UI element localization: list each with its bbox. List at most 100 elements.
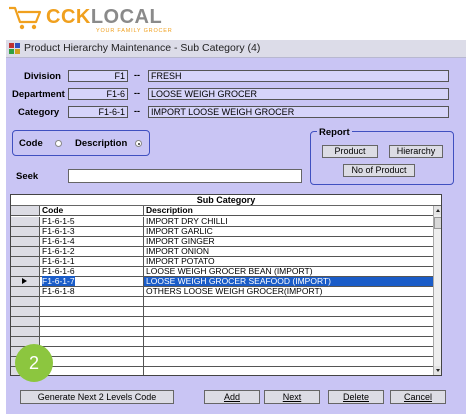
cell-code[interactable]: F1-6-1-8 <box>40 287 144 296</box>
cell-code[interactable] <box>40 357 144 366</box>
cell-description[interactable]: IMPORT GARLIC <box>144 227 434 236</box>
empty-table-row[interactable] <box>11 337 433 347</box>
division-name-field[interactable]: FRESH <box>148 70 449 82</box>
cell-code[interactable]: F1-6-1-4 <box>40 237 144 246</box>
row-selector[interactable] <box>11 247 40 256</box>
cell-code[interactable] <box>40 307 144 316</box>
row-selector[interactable] <box>11 307 40 316</box>
row-selector[interactable] <box>11 227 40 236</box>
sort-description-label: Description <box>75 138 128 149</box>
column-header-description[interactable]: Description <box>144 206 434 215</box>
empty-table-row[interactable] <box>11 367 434 375</box>
department-separator: -- <box>134 88 140 98</box>
cell-code[interactable]: F1-6-1-2 <box>40 247 144 256</box>
department-code-field[interactable]: F1-6 <box>68 88 128 100</box>
cell-code[interactable] <box>40 297 144 306</box>
row-selector[interactable] <box>11 317 40 326</box>
brand-logo-text: CCKLOCAL <box>46 6 163 28</box>
generate-next-levels-button[interactable]: Generate Next 2 Levels Code <box>20 390 174 404</box>
cell-description[interactable] <box>144 297 434 306</box>
empty-table-row[interactable] <box>11 357 433 367</box>
category-separator: -- <box>134 106 140 116</box>
empty-table-row[interactable] <box>11 317 433 327</box>
row-selector[interactable] <box>11 327 40 336</box>
category-code-field[interactable]: F1-6-1 <box>68 106 128 118</box>
empty-table-row[interactable] <box>11 327 433 337</box>
column-header-code[interactable]: Code <box>40 206 144 215</box>
empty-table-row[interactable] <box>11 297 433 307</box>
scroll-down-arrow-icon[interactable] <box>434 366 441 375</box>
cell-description[interactable] <box>144 367 434 375</box>
cell-code[interactable] <box>40 337 144 346</box>
grid-vertical-scrollbar[interactable] <box>433 206 441 375</box>
cell-code[interactable] <box>40 347 144 356</box>
brand-header: CCKLOCAL YOUR FAMILY GROCER <box>0 0 474 38</box>
grid-header-row: Code Description <box>11 206 433 216</box>
table-row[interactable]: F1-6-1-8 OTHERS LOOSE WEIGH GROCER(IMPORT… <box>11 287 433 297</box>
cell-description[interactable]: IMPORT ONION <box>144 247 434 256</box>
cell-description[interactable] <box>144 347 434 356</box>
row-selector[interactable] <box>11 297 40 306</box>
sort-description-radio[interactable] <box>135 140 142 147</box>
row-selector[interactable] <box>11 237 40 246</box>
report-hierarchy-button[interactable]: Hierarchy <box>389 145 443 158</box>
row-selector-header <box>11 206 40 215</box>
brand-tagline: YOUR FAMILY GROCER <box>96 28 173 34</box>
cell-description[interactable] <box>144 317 434 326</box>
department-label: Department <box>12 89 65 100</box>
cell-code[interactable] <box>40 317 144 326</box>
report-group-title: Report <box>317 127 352 138</box>
row-selector[interactable] <box>11 257 40 266</box>
cell-description[interactable] <box>144 357 434 366</box>
cell-description[interactable] <box>144 307 434 316</box>
empty-table-row[interactable] <box>11 307 433 317</box>
scroll-up-arrow-icon[interactable] <box>434 206 441 215</box>
app-icon <box>9 43 20 54</box>
sort-code-radio[interactable] <box>55 140 62 147</box>
report-group: Report Product Hierarchy No of Product <box>310 127 454 185</box>
category-label: Category <box>18 107 60 118</box>
cell-code[interactable]: F1-6-1-1 <box>40 257 144 266</box>
subcategory-grid: Sub Category Code Description F1-6-1-5 IM… <box>10 194 442 376</box>
department-name-field[interactable]: LOOSE WEIGH GROCER <box>148 88 449 100</box>
cell-description[interactable] <box>144 337 434 346</box>
row-selector[interactable] <box>11 287 40 296</box>
add-button[interactable]: Add <box>204 390 260 404</box>
next-button[interactable]: Next <box>264 390 320 404</box>
cell-description[interactable]: IMPORT POTATO <box>144 257 434 266</box>
cell-code[interactable]: F1-6-1-7 <box>40 276 144 286</box>
cell-code[interactable] <box>40 327 144 336</box>
step-number-badge: 2 <box>15 344 53 382</box>
report-product-button[interactable]: Product <box>322 145 378 158</box>
scrollbar-thumb[interactable] <box>434 217 441 229</box>
window-title: Product Hierarchy Maintenance - Sub Cate… <box>24 42 261 54</box>
cell-code[interactable]: F1-6-1-6 <box>40 267 144 276</box>
report-no-of-product-button[interactable]: No of Product <box>343 164 415 177</box>
cell-description[interactable] <box>144 327 434 336</box>
cell-code[interactable]: F1-6-1-5 <box>40 217 144 226</box>
shopping-cart-icon <box>9 6 42 30</box>
row-selector[interactable] <box>11 277 40 286</box>
category-name-field[interactable]: IMPORT LOOSE WEIGH GROCER <box>148 106 449 118</box>
division-separator: -- <box>134 70 140 80</box>
cell-description[interactable]: IMPORT DRY CHILLI <box>144 217 434 226</box>
cell-description[interactable]: LOOSE WEIGH GROCER BEAN (IMPORT) <box>144 267 434 276</box>
cell-description[interactable]: OTHERS LOOSE WEIGH GROCER(IMPORT) <box>144 287 434 296</box>
current-row-arrow-icon <box>22 278 27 284</box>
cell-code[interactable]: F1-6-1-3 <box>40 227 144 236</box>
cell-description[interactable]: LOOSE WEIGH GROCER SEAFOOD (IMPORT) <box>144 277 434 286</box>
delete-button[interactable]: Delete <box>328 390 384 404</box>
sort-code-label: Code <box>19 138 43 149</box>
cell-description[interactable]: IMPORT GINGER <box>144 237 434 246</box>
window-titlebar[interactable]: Product Hierarchy Maintenance - Sub Cate… <box>6 40 466 58</box>
cell-code[interactable] <box>40 367 144 375</box>
seek-label: Seek <box>16 171 39 182</box>
empty-table-row[interactable] <box>11 347 433 357</box>
division-code-field[interactable]: F1 <box>68 70 128 82</box>
division-label: Division <box>24 71 61 82</box>
sort-radio-group: Code Description <box>12 130 150 156</box>
row-selector[interactable] <box>11 267 40 276</box>
row-selector[interactable] <box>11 217 40 226</box>
seek-input[interactable] <box>68 169 302 183</box>
cancel-button[interactable]: Cancel <box>390 390 446 404</box>
